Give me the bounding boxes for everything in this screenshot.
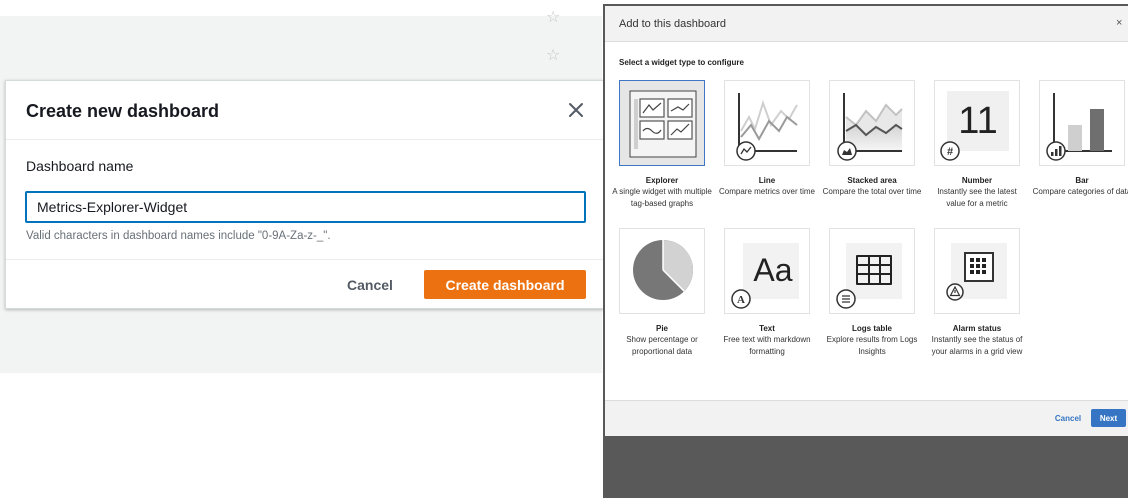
widget-title: Number (961, 176, 993, 185)
close-icon[interactable] (566, 100, 586, 120)
widget-title: Text (759, 324, 775, 333)
number-icon: 11 # (940, 91, 1009, 161)
backdrop-edge (603, 0, 1128, 4)
dashboard-name-hint: Valid characters in dashboard names incl… (26, 230, 331, 242)
number-glyph: 11 (958, 100, 997, 142)
widget-card-logs-table[interactable] (829, 228, 915, 314)
widget-description: Free text with markdown formatting (723, 335, 811, 356)
logs-table-icon (836, 243, 902, 309)
widget-description: Compare metrics over time (718, 187, 816, 196)
divider (6, 139, 603, 140)
widget-description: Compare the total over time (822, 187, 922, 196)
widget-title: Line (758, 176, 776, 185)
modal-subtitle: Select a widget type to configure (619, 58, 744, 67)
widget-title: Alarm status (952, 324, 1002, 333)
add-widget-modal: Add to this dashboard × Select a widget … (605, 6, 1128, 436)
widget-card-line[interactable] (724, 80, 810, 166)
bar-chart-icon (1046, 93, 1112, 161)
text-icon: Aa A (731, 243, 799, 309)
widget-description: Instantly see the status of your alarms … (931, 335, 1023, 356)
line-chart-icon (736, 93, 798, 161)
dashboard-name-label: Dashboard name (26, 158, 134, 174)
modal-title: Create new dashboard (26, 101, 220, 121)
cancel-button[interactable]: Cancel (1051, 409, 1085, 427)
widget-card-stacked-area[interactable] (829, 80, 915, 166)
widget-card-number[interactable]: 11 # (934, 80, 1020, 166)
explorer-icon (629, 90, 697, 158)
widget-title: Explorer (645, 176, 679, 185)
widget-description: Instantly see the latest value for a met… (937, 187, 1017, 208)
widget-title: Pie (655, 324, 668, 333)
widget-description: Show percentage or proportional data (626, 335, 698, 356)
widget-card-pie[interactable] (619, 228, 705, 314)
widget-title: Bar (1075, 176, 1089, 185)
widget-title: Logs table (851, 324, 892, 333)
modal-title: Add to this dashboard (619, 18, 727, 30)
widget-card-alarm-status[interactable] (934, 228, 1020, 314)
widget-card-explorer[interactable] (619, 80, 705, 166)
widget-title: Stacked area (847, 176, 897, 185)
svg-text:#: # (947, 146, 953, 158)
widget-description: A single widget with multiple tag-based … (612, 187, 712, 208)
star-icon[interactable]: ☆ (546, 9, 560, 25)
cancel-button[interactable]: Cancel (336, 271, 404, 299)
create-dashboard-modal: Create new dashboard Dashboard name Vali… (5, 80, 604, 309)
modal-header: Add to this dashboard × (605, 6, 1128, 42)
pie-chart-icon (633, 240, 693, 300)
svg-text:A: A (737, 294, 745, 306)
modal-footer: Cancel Next (605, 400, 1128, 436)
alarm-status-icon (946, 243, 1007, 301)
close-icon[interactable]: × (1116, 17, 1122, 29)
widget-description: Explore results from Logs Insights (826, 335, 918, 356)
widget-description: Compare categories of data (1032, 187, 1128, 196)
create-dashboard-button[interactable]: Create dashboard (424, 270, 586, 299)
stacked-area-icon (837, 93, 903, 161)
widget-card-text[interactable]: Aa A (724, 228, 810, 314)
text-glyph: Aa (753, 252, 792, 288)
next-button[interactable]: Next (1091, 409, 1126, 427)
star-icon[interactable]: ☆ (546, 47, 560, 63)
dashboard-name-input[interactable] (25, 191, 586, 223)
widget-card-bar[interactable] (1039, 80, 1125, 166)
divider (6, 259, 603, 260)
